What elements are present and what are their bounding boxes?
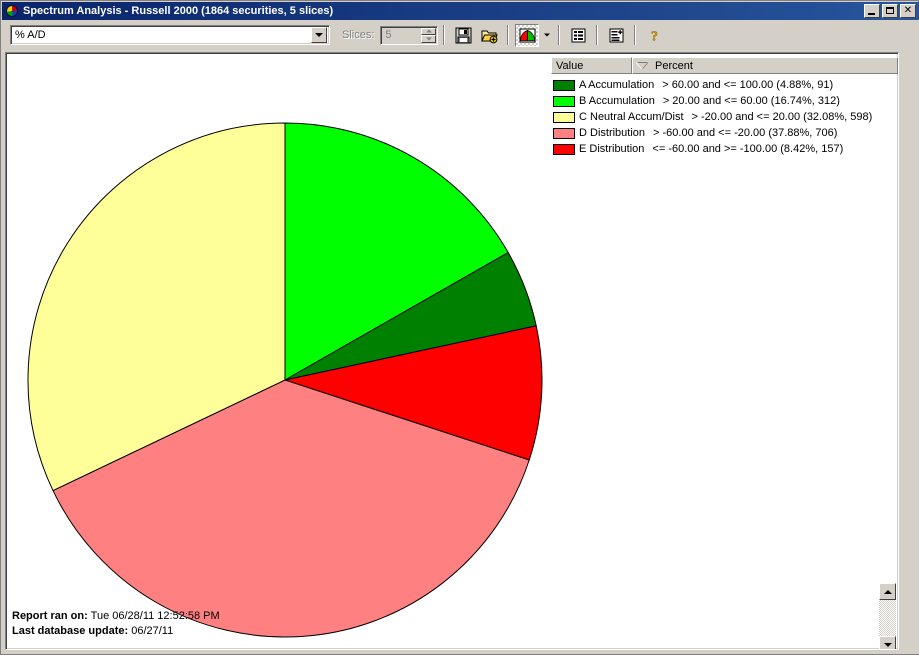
legend-row-name: A Accumulation xyxy=(579,79,655,91)
list-view-button[interactable] xyxy=(566,23,591,47)
toolbar-separator xyxy=(507,25,510,45)
slices-decrement-button[interactable] xyxy=(421,35,437,43)
report-footer: Report ran on: Tue 06/28/11 12:52:58 PM … xyxy=(12,609,220,639)
floppy-disk-icon xyxy=(455,27,472,43)
legend-row-range: > -20.00 and <= 20.00 (32.08%, 598) xyxy=(691,111,873,123)
last-update-line: Last database update: 06/27/11 xyxy=(12,624,220,639)
report-panel: Value Percent A Accumulation > 60.00 and … xyxy=(5,52,899,650)
legend-row[interactable]: D Distribution > -60.00 and <= -20.00 (37… xyxy=(551,125,898,141)
report-add-icon xyxy=(609,28,624,42)
slices-label: Slices: xyxy=(342,29,375,41)
scroll-down-button[interactable] xyxy=(879,636,896,649)
chevron-down-icon[interactable] xyxy=(311,27,327,43)
close-icon: ✕ xyxy=(903,5,913,16)
legend-column-percent-label: Percent xyxy=(655,59,693,72)
spectrum-analysis-window: Spectrum Analysis - Russell 2000 (1864 s… xyxy=(0,0,919,655)
sort-descending-icon xyxy=(637,62,647,69)
legend-row[interactable]: C Neutral Accum/Dist > -20.00 and <= 20.0… xyxy=(551,109,898,125)
legend-row[interactable]: B Accumulation > 20.00 and <= 60.00 (16.7… xyxy=(551,93,898,109)
legend-color-swatch xyxy=(553,95,575,107)
chart-type-button[interactable] xyxy=(515,23,540,47)
legend-column-value-label: Value xyxy=(556,59,584,72)
scrollbar-track[interactable] xyxy=(879,600,896,636)
toolbar-separator xyxy=(634,25,637,45)
title-bar[interactable]: Spectrum Analysis - Russell 2000 (1864 s… xyxy=(2,2,919,20)
open-add-button[interactable] xyxy=(477,23,502,47)
legend-color-swatch xyxy=(553,127,575,139)
toolbar-separator xyxy=(558,25,561,45)
legend-color-swatch xyxy=(553,143,575,155)
last-update-label: Last database update: xyxy=(12,625,129,637)
vertical-scrollbar[interactable] xyxy=(879,583,896,649)
svg-text:?: ? xyxy=(651,29,658,44)
legend-column-percent[interactable]: Percent xyxy=(632,57,898,74)
pie-chart-svg xyxy=(27,122,543,638)
legend-row-name: B Accumulation xyxy=(579,95,655,107)
minimize-button[interactable] xyxy=(864,4,880,18)
maximize-button[interactable] xyxy=(882,4,898,18)
help-button[interactable]: ? xyxy=(642,23,667,47)
toolbar-separator xyxy=(596,25,599,45)
legend-row-name: D Distribution xyxy=(579,127,646,139)
slices-stepper[interactable]: 5 xyxy=(380,25,439,45)
close-button[interactable]: ✕ xyxy=(900,4,916,18)
report-ran-on-value: Tue 06/28/11 12:52:58 PM xyxy=(90,610,220,622)
report-button[interactable] xyxy=(604,23,629,47)
field-selector-combo[interactable]: % A/D xyxy=(10,25,330,45)
slices-increment-button[interactable] xyxy=(421,27,437,35)
legend-row-range: > 60.00 and <= 100.00 (4.88%, 91) xyxy=(662,79,834,91)
legend-color-swatch xyxy=(553,79,575,91)
last-update-value: 06/27/11 xyxy=(131,625,174,637)
chart-legend: Value Percent A Accumulation > 60.00 and … xyxy=(551,57,898,157)
client-area: Value Percent A Accumulation > 60.00 and … xyxy=(2,50,919,654)
legend-column-value[interactable]: Value xyxy=(551,57,632,74)
legend-row-range: <= -60.00 and >= -100.00 (8.42%, 157) xyxy=(652,143,844,155)
pie-chart-icon xyxy=(4,4,20,18)
window-controls: ✕ xyxy=(864,4,917,18)
legend-row-range: > 20.00 and <= 60.00 (16.74%, 312) xyxy=(662,95,840,107)
legend-row-name: C Neutral Accum/Dist xyxy=(579,111,684,123)
field-selector-value: % A/D xyxy=(15,29,46,41)
window-title: Spectrum Analysis - Russell 2000 (1864 s… xyxy=(23,5,334,17)
save-button[interactable] xyxy=(451,23,476,47)
legend-header: Value Percent xyxy=(551,57,898,74)
legend-row-range: > -60.00 and <= -20.00 (37.88%, 706) xyxy=(653,127,838,139)
toolbar: % A/D Slices: 5 ? xyxy=(2,20,919,50)
report-ran-on-label: Report ran on: xyxy=(12,610,88,622)
pie-chart-icon xyxy=(519,28,536,42)
list-icon xyxy=(571,28,586,42)
folder-add-icon xyxy=(481,30,498,43)
question-mark-icon: ? xyxy=(651,29,658,44)
slices-value: 5 xyxy=(385,28,392,41)
legend-color-swatch xyxy=(553,111,575,123)
legend-row[interactable]: A Accumulation > 60.00 and <= 100.00 (4.8… xyxy=(551,77,898,93)
toolbar-separator xyxy=(443,25,446,45)
scroll-up-button[interactable] xyxy=(879,583,896,600)
report-ran-on-line: Report ran on: Tue 06/28/11 12:52:58 PM xyxy=(12,609,220,624)
legend-rows: A Accumulation > 60.00 and <= 100.00 (4.8… xyxy=(551,74,898,157)
chart-type-dropdown[interactable] xyxy=(540,23,554,47)
legend-row[interactable]: E Distribution <= -60.00 and >= -100.00 (… xyxy=(551,141,898,157)
pie-chart xyxy=(6,53,566,649)
pie-slices xyxy=(27,122,543,638)
legend-row-name: E Distribution xyxy=(579,143,645,155)
